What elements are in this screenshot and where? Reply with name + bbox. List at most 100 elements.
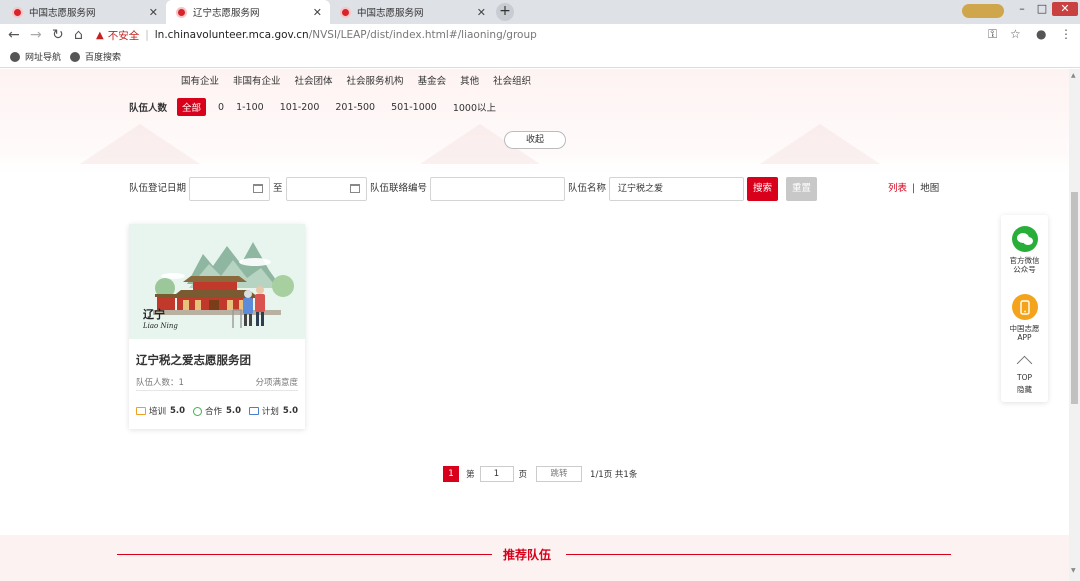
hide-button[interactable]: 隐藏 bbox=[1001, 385, 1048, 394]
org-type-option[interactable]: 非国有企业 bbox=[233, 73, 281, 87]
profile-badge[interactable] bbox=[962, 4, 1004, 18]
view-separator: | bbox=[912, 183, 916, 194]
page-ye-label: 页 bbox=[518, 470, 528, 480]
org-type-option[interactable]: 社会服务机构 bbox=[347, 73, 404, 87]
search-button[interactable]: 搜索 bbox=[747, 177, 778, 201]
map-view-link[interactable]: 地图 bbox=[920, 183, 939, 194]
team-size-option[interactable]: 0 bbox=[218, 102, 224, 113]
scroll-up-icon[interactable]: ▲ bbox=[1071, 72, 1076, 79]
score-label: 合作 bbox=[204, 407, 222, 417]
tab-title: 中国志愿服务网 bbox=[29, 8, 96, 19]
chevron-up-icon bbox=[1016, 355, 1033, 372]
maximize-icon[interactable]: □ bbox=[1032, 2, 1052, 16]
browser-tab-2[interactable]: 辽宁志愿服务网 ✕ bbox=[166, 0, 330, 24]
home-icon[interactable]: ⌂ bbox=[74, 26, 83, 44]
page-di-label: 第 bbox=[466, 470, 475, 480]
recommend-section: 推荐队伍 bbox=[0, 535, 1069, 581]
team-size-option[interactable]: 501-1000 bbox=[391, 102, 437, 113]
org-type-option[interactable]: 社会团体 bbox=[295, 73, 333, 87]
team-size-option[interactable]: 201-500 bbox=[335, 102, 375, 113]
close-icon[interactable]: ✕ bbox=[313, 6, 322, 19]
contact-number-input[interactable] bbox=[430, 177, 565, 201]
back-icon[interactable]: ← bbox=[8, 26, 20, 44]
app-link[interactable]: 中国志愿 APP bbox=[1001, 294, 1048, 342]
globe-icon bbox=[70, 51, 80, 62]
reload-icon[interactable]: ↻ bbox=[52, 26, 64, 44]
team-size-option[interactable]: 1-100 bbox=[236, 102, 264, 113]
menu-icon[interactable]: ⋮ bbox=[1060, 27, 1072, 41]
bookmark-label: 网址导航 bbox=[25, 53, 62, 63]
team-size-option[interactable]: 101-200 bbox=[280, 102, 320, 113]
team-size-filter: 队伍人数 全部 0 1-100 101-200 201-500 501-1000… bbox=[129, 98, 510, 116]
search-form: 队伍登记日期 至 队伍联络编号 队伍名称 辽宁税之爱 搜索 重置 列表 | 地图 bbox=[129, 177, 949, 201]
jump-button[interactable]: 跳转 bbox=[536, 466, 583, 482]
team-card-image: 辽宁 Liao Ning bbox=[129, 224, 305, 339]
window-close-icon[interactable]: ✕ bbox=[1052, 2, 1078, 16]
cooperation-icon bbox=[192, 406, 202, 416]
image-caption-en: Liao Ning bbox=[143, 322, 178, 330]
app-label-2: APP bbox=[1017, 333, 1032, 342]
org-type-option[interactable]: 国有企业 bbox=[181, 73, 219, 87]
bookmark-baidu[interactable]: 百度搜索 bbox=[70, 50, 121, 63]
satisfaction-label: 分项满意度 bbox=[255, 378, 298, 388]
start-date-input[interactable] bbox=[189, 177, 270, 201]
team-size-option-all[interactable]: 全部 bbox=[177, 98, 207, 116]
back-to-top[interactable]: TOP 隐藏 bbox=[1001, 354, 1048, 394]
minimize-icon[interactable]: – bbox=[1012, 2, 1032, 16]
app-label-1: 中国志愿 bbox=[1009, 324, 1040, 333]
floating-sidebar: 官方微信 公众号 中国志愿 APP TOP 隐藏 bbox=[1001, 215, 1048, 402]
page-content: 国有企业 非国有企业 社会团体 社会服务机构 基金会 其他 社会组织 队伍人数 … bbox=[0, 69, 1069, 581]
wechat-link[interactable]: 官方微信 公众号 bbox=[1001, 226, 1048, 274]
org-type-option[interactable]: 基金会 bbox=[418, 73, 447, 87]
score-cooperation: 合作 5.0 bbox=[192, 405, 242, 417]
browser-tab-3[interactable]: 中国志愿服务网 ✕ bbox=[330, 0, 494, 24]
team-meta: 队伍人数：1 分项满意度 bbox=[136, 376, 298, 388]
to-label: 至 bbox=[273, 183, 283, 194]
url-host: ln.chinavolunteer.mca.gov.cn bbox=[154, 29, 309, 41]
score-value: 5.0 bbox=[282, 406, 298, 416]
team-card[interactable]: 辽宁 Liao Ning 辽宁税之爱志愿服务团 队伍人数：1 分项满意度 培训 … bbox=[129, 224, 305, 429]
url-field[interactable]: ▲ 不安全 | ln.chinavolunteer.mca.gov.cn /NV… bbox=[96, 26, 996, 44]
team-size-option[interactable]: 1000以上 bbox=[453, 100, 496, 114]
star-icon[interactable]: ☆ bbox=[1010, 27, 1021, 41]
browser-tab-1[interactable]: 中国志愿服务网 ✕ bbox=[2, 0, 166, 24]
browser-tab-bar: 中国志愿服务网 ✕ 辽宁志愿服务网 ✕ 中国志愿服务网 ✕ + – □ ✕ bbox=[0, 0, 1080, 24]
score-value: 5.0 bbox=[225, 406, 242, 416]
score-label: 培训 bbox=[149, 407, 167, 417]
team-size-label: 队伍人数 bbox=[129, 103, 168, 114]
score-value: 5.0 bbox=[170, 406, 186, 416]
key-icon[interactable]: ⚿ bbox=[988, 27, 997, 42]
scroll-down-icon[interactable]: ▼ bbox=[1071, 567, 1076, 574]
end-date-input[interactable] bbox=[286, 177, 367, 201]
wechat-label-1: 官方微信 bbox=[1009, 256, 1040, 265]
page-number-current[interactable]: 1 bbox=[443, 466, 459, 482]
view-toggle: 列表 | 地图 bbox=[888, 177, 939, 201]
url-separator: | bbox=[145, 29, 149, 41]
training-icon bbox=[136, 407, 146, 415]
team-name-input[interactable]: 辽宁税之爱 bbox=[609, 177, 744, 201]
account-icon[interactable]: ● bbox=[1036, 27, 1046, 41]
collapse-button[interactable]: 收起 bbox=[504, 131, 566, 149]
new-tab-button[interactable]: + bbox=[496, 3, 514, 21]
bookmark-nav[interactable]: 网址导航 bbox=[10, 50, 61, 63]
close-icon[interactable]: ✕ bbox=[477, 6, 486, 19]
forward-icon[interactable]: → bbox=[30, 26, 42, 44]
list-view-link[interactable]: 列表 bbox=[888, 183, 907, 194]
address-bar: ← → ↻ ⌂ ▲ 不安全 | ln.chinavolunteer.mca.go… bbox=[0, 24, 1080, 46]
image-caption: 辽宁 bbox=[143, 308, 165, 321]
date-label: 队伍登记日期 bbox=[129, 183, 187, 194]
org-type-option[interactable]: 社会组织 bbox=[493, 73, 531, 87]
not-secure-label: 不安全 bbox=[107, 29, 140, 42]
org-type-option[interactable]: 其他 bbox=[460, 73, 479, 87]
rec-line-right bbox=[566, 554, 951, 555]
site-favicon-icon bbox=[176, 6, 187, 18]
score-plan: 计划 5.0 bbox=[248, 405, 298, 417]
warning-icon: ▲ bbox=[96, 29, 104, 41]
card-divider bbox=[136, 390, 298, 391]
reset-button[interactable]: 重置 bbox=[786, 177, 817, 201]
team-name[interactable]: 辽宁税之爱志愿服务团 bbox=[136, 352, 251, 368]
page-input[interactable]: 1 bbox=[479, 466, 514, 482]
close-icon[interactable]: ✕ bbox=[149, 6, 158, 19]
scrollbar-thumb[interactable] bbox=[1071, 192, 1078, 404]
calendar-icon bbox=[253, 184, 263, 193]
